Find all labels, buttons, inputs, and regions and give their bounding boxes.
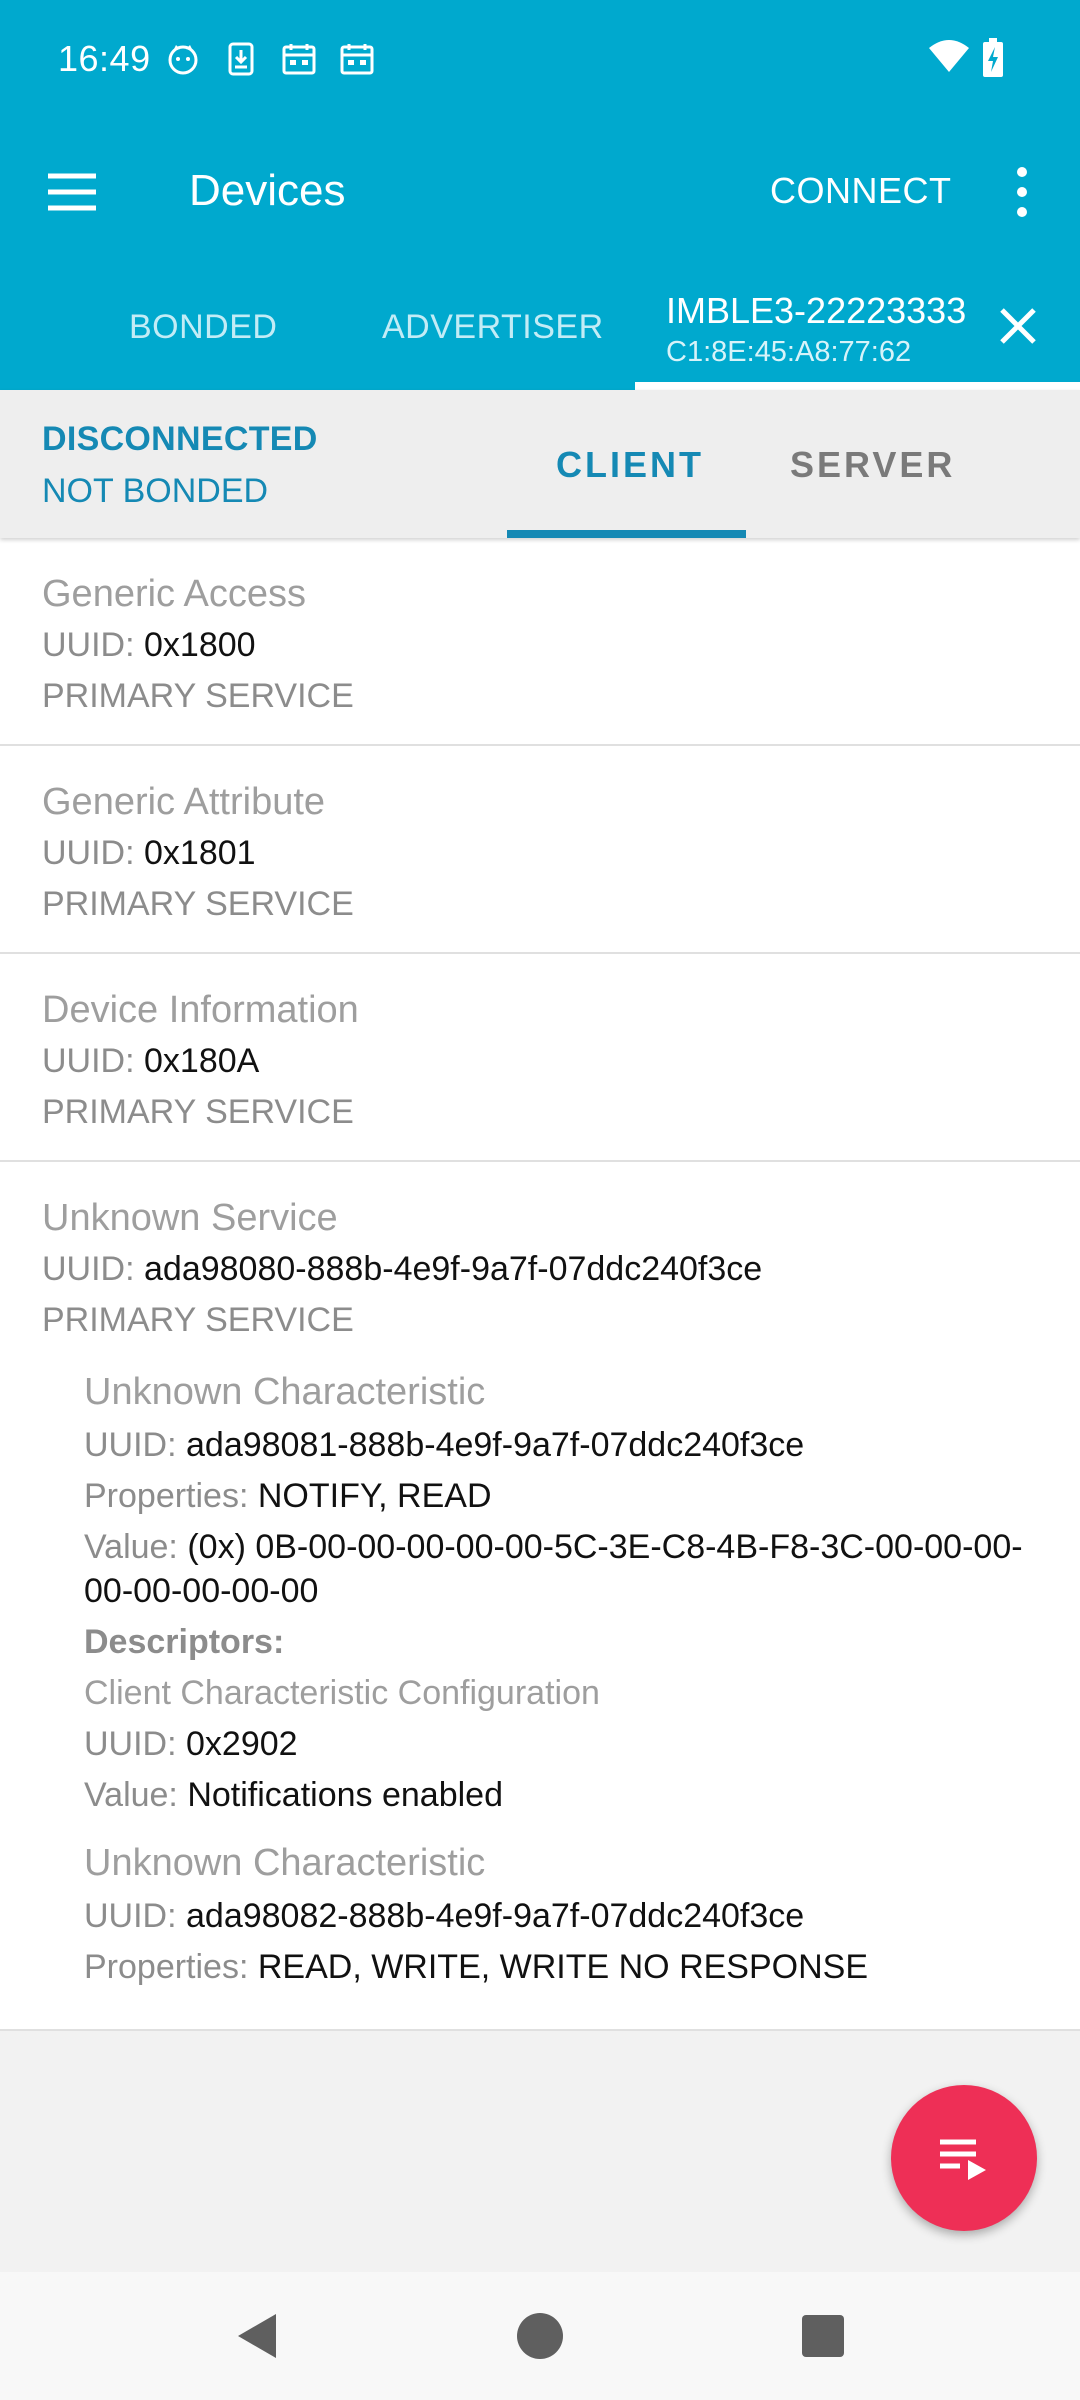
log-fab-button[interactable] — [891, 2085, 1037, 2231]
hamburger-menu-icon[interactable] — [44, 164, 100, 220]
service-name: Unknown Service — [42, 1197, 338, 1239]
cat-face-icon — [168, 45, 198, 75]
calendar-icon — [282, 44, 316, 75]
connect-button[interactable]: CONNECT — [770, 170, 952, 212]
recents-icon[interactable] — [787, 2300, 859, 2372]
device-name: IMBLE3-22223333 — [666, 290, 967, 331]
tab-client[interactable]: CLIENT — [556, 444, 704, 486]
descriptor-uuid: UUID: 0x2902 — [84, 1725, 298, 1763]
characteristic-item[interactable]: Unknown Characteristic UUID: ada98081-88… — [84, 1364, 1038, 1821]
service-name: Device Information — [42, 989, 359, 1031]
service-type: PRIMARY SERVICE — [42, 1093, 354, 1131]
characteristic-name: Unknown Characteristic — [84, 1842, 486, 1884]
battery-charging-icon — [983, 38, 1003, 77]
characteristic-uuid: UUID: ada98081-888b-4e9f-9a7f-07ddc240f3… — [84, 1426, 805, 1464]
tab-indicator — [635, 382, 1080, 390]
home-icon[interactable] — [504, 2300, 576, 2372]
service-item[interactable]: Generic Attribute UUID: 0x1801 PRIMARY S… — [0, 746, 1080, 954]
service-uuid: UUID: 0x1801 — [42, 834, 256, 872]
connection-state: DISCONNECTED — [42, 420, 318, 458]
download-icon — [228, 42, 254, 76]
status-time: 16:49 — [58, 38, 151, 79]
service-name: Generic Attribute — [42, 781, 326, 823]
characteristic-value: Value: (0x) 0B-00-00-00-00-00-5C-3E-C8-4… — [84, 1528, 1023, 1610]
service-item[interactable]: Generic Access UUID: 0x1800 PRIMARY SERV… — [0, 538, 1080, 746]
service-item[interactable]: Device Information UUID: 0x180A PRIMARY … — [0, 954, 1080, 1162]
more-vert-icon[interactable] — [1000, 162, 1044, 222]
service-type: PRIMARY SERVICE — [42, 1301, 354, 1339]
characteristic-item[interactable]: Unknown Characteristic UUID: ada98082-88… — [84, 1835, 1038, 1993]
wifi-icon — [929, 40, 969, 72]
service-name: Generic Access — [42, 573, 306, 615]
service-item[interactable]: Unknown Service UUID: ada98080-888b-4e9f… — [0, 1162, 1080, 2031]
characteristic-uuid: UUID: ada98082-888b-4e9f-9a7f-07ddc240f3… — [84, 1897, 805, 1935]
characteristic-name: Unknown Characteristic — [84, 1371, 486, 1413]
close-icon[interactable] — [994, 302, 1042, 350]
tab-advertiser[interactable]: ADVERTISER — [382, 308, 604, 347]
log-playlist-icon — [940, 2139, 986, 2180]
descriptor-value: Value: Notifications enabled — [84, 1776, 503, 1814]
service-uuid: UUID: ada98080-888b-4e9f-9a7f-07ddc240f3… — [42, 1250, 763, 1288]
app-bar: 16:49 Devices CONNECT BONDED ADVERTISER … — [0, 0, 1080, 390]
tab-bonded[interactable]: BONDED — [129, 308, 277, 347]
service-uuid: UUID: 0x180A — [42, 1042, 260, 1080]
service-uuid: UUID: 0x1800 — [42, 626, 256, 664]
calendar-icon — [340, 44, 374, 75]
tab-server[interactable]: SERVER — [790, 444, 955, 486]
service-list: Generic Access UUID: 0x1800 PRIMARY SERV… — [0, 538, 1080, 2031]
characteristic-list: Unknown Characteristic UUID: ada98081-88… — [42, 1364, 1038, 1993]
toolbar-title: Devices — [189, 166, 346, 215]
descriptors-header: Descriptors: — [84, 1623, 285, 1661]
connection-bar: DISCONNECTED NOT BONDED CLIENT SERVER — [0, 390, 1080, 538]
tab-device[interactable]: IMBLE3-22223333 C1:8E:45:A8:77:62 — [666, 290, 966, 369]
device-address: C1:8E:45:A8:77:62 — [666, 336, 912, 368]
service-type: PRIMARY SERVICE — [42, 885, 354, 923]
back-icon[interactable] — [222, 2300, 294, 2372]
client-tab-indicator — [507, 530, 746, 538]
status-bar: 16:49 — [0, 0, 1080, 120]
descriptor-name: Client Characteristic Configuration — [84, 1674, 600, 1712]
bond-state: NOT BONDED — [42, 472, 269, 510]
characteristic-properties: Properties: READ, WRITE, WRITE NO RESPON… — [84, 1948, 869, 1986]
service-type: PRIMARY SERVICE — [42, 677, 354, 715]
system-nav-bar — [0, 2272, 1080, 2400]
characteristic-properties: Properties: NOTIFY, READ — [84, 1477, 492, 1515]
